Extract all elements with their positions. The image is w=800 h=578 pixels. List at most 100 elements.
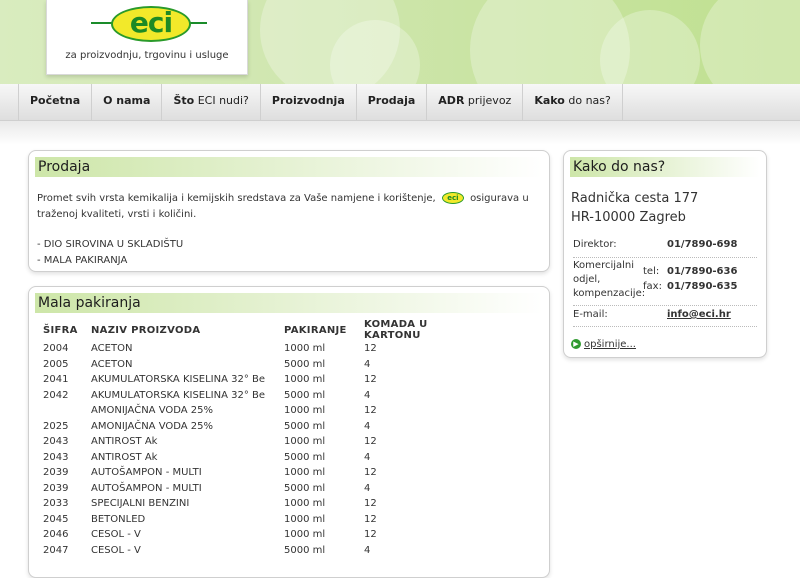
more-link-wrap: ▶ opširnije... [571, 339, 636, 350]
kako-do-nas-title: Kako do nas? [570, 157, 760, 177]
cell-pakiranje: 1000 ml [284, 436, 326, 448]
table-row: 2033 SPECIJALNI BENZINI 1000 ml 12 [43, 496, 484, 512]
cell-komada: 12 [364, 498, 377, 510]
cell-pakiranje: 5000 ml [284, 482, 326, 494]
cell-naziv: AMONIJAČNA VODA 25% [91, 405, 213, 417]
table-row: AMONIJAČNA VODA 25% 1000 ml 12 [43, 403, 484, 419]
director-row: Direktor: 01/7890-698 [573, 237, 757, 258]
cell-sifra: 2043 [43, 436, 69, 448]
cell-pakiranje: 5000 ml [284, 420, 326, 432]
table-row: 2045 BETONLED 1000 ml 12 [43, 512, 484, 528]
cell-komada: 4 [364, 482, 371, 494]
director-phone: 01/7890-698 [667, 239, 738, 250]
cell-komada: 12 [364, 513, 377, 525]
cell-pakiranje: 1000 ml [284, 343, 326, 355]
cell-komada: 4 [364, 389, 371, 401]
table-row: 2005 ACETON 5000 ml 4 [43, 357, 484, 373]
nav-item-prodaja[interactable]: Prodaja [357, 84, 428, 120]
cell-sifra: 2041 [43, 374, 69, 386]
cell-komada: 12 [364, 374, 377, 386]
cell-sifra: 2043 [43, 451, 69, 463]
prodaja-title: Prodaja [35, 157, 543, 177]
cell-pakiranje: 5000 ml [284, 544, 326, 556]
nav-item-proizvodnja[interactable]: Proizvodnja [261, 84, 357, 120]
col-header-naziv: NAZIV PROIZVODA [91, 324, 201, 336]
cell-sifra: 2033 [43, 498, 69, 510]
products-table: ŠIFRA NAZIV PROIZVODA PAKIRANJE KOMADA U… [43, 319, 484, 558]
table-row: 2004 ACETON 1000 ml 12 [43, 341, 484, 357]
cell-naziv: BETONLED [91, 513, 146, 525]
cell-pakiranje: 5000 ml [284, 358, 326, 370]
table-row: 2046 CESOL - V 1000 ml 12 [43, 527, 484, 543]
main-nav: Početna O nama Što ECI nudi? Proizvodnja… [0, 84, 800, 121]
cell-komada: 12 [364, 405, 377, 417]
eci-inline-logo-icon: eci [441, 192, 464, 204]
cell-naziv: ANTIROST Ak [91, 436, 158, 448]
nav-item-o-nama[interactable]: O nama [92, 84, 163, 120]
nav-shadow-band [0, 121, 800, 145]
nav-item-sto-eci-nudi[interactable]: Što ECI nudi? [162, 84, 261, 120]
logo-tagline: za proizvodnju, trgovinu i usluge [65, 50, 229, 61]
cell-pakiranje: 5000 ml [284, 451, 326, 463]
cell-komada: 4 [364, 358, 371, 370]
logo-mark: eci [111, 6, 191, 42]
table-row: 2042 AKUMULATORSKA KISELINA 32° Be 5000 ml… [43, 388, 484, 404]
table-row: 2043 ANTIROST Ak 5000 ml 4 [43, 450, 484, 466]
cell-naziv: AKUMULATORSKA KISELINA 32° Be [91, 389, 266, 401]
cell-sifra [43, 403, 91, 419]
cell-komada: 12 [364, 467, 377, 479]
cell-naziv: ACETON [91, 358, 133, 370]
table-row: 2043 ANTIROST Ak 1000 ml 12 [43, 434, 484, 450]
mala-pakiranja-panel: Mala pakiranja ŠIFRA NAZIV PROIZVODA PAK… [28, 286, 550, 578]
cell-naziv: CESOL - V [91, 544, 141, 556]
table-row: 2039 AUTOŠAMPON - MULTI 5000 ml 4 [43, 481, 484, 497]
cell-naziv: AKUMULATORSKA KISELINA 32° Be [91, 374, 266, 386]
cell-sifra: 2004 [43, 343, 69, 355]
cell-naziv: CESOL - V [91, 529, 141, 541]
cell-pakiranje: 1000 ml [284, 529, 326, 541]
address: Radnička cesta 177 HR-10000 Zagreb [571, 191, 699, 225]
mala-pakiranja-title: Mala pakiranja [35, 293, 543, 313]
email-row: E-mail: info@eci.hr [573, 308, 757, 327]
tel-phone: 01/7890-636 [667, 266, 738, 277]
cell-sifra: 2025 [43, 420, 69, 432]
more-link[interactable]: opširnije... [584, 339, 636, 350]
cell-naziv: SPECIJALNI BENZINI [91, 498, 190, 510]
nav-item-adr-prijevoz[interactable]: ADR prijevoz [427, 84, 524, 120]
cell-naziv: ANTIROST Ak [91, 451, 158, 463]
nav-item-kako-do-nas[interactable]: Kako do nas? [523, 84, 623, 120]
header: eci za proizvodnju, trgovinu i usluge [0, 0, 800, 84]
cell-naziv: ACETON [91, 343, 133, 355]
col-header-sifra: ŠIFRA [43, 324, 78, 336]
table-row: 2047 CESOL - V 5000 ml 4 [43, 543, 484, 559]
prodaja-list-item: - DIO SIROVINA U SKLADIŠTU [37, 239, 184, 250]
komercijalni-row: Komercijalni odjel, kompenzacije: tel: 0… [573, 259, 757, 306]
cell-komada: 12 [364, 436, 377, 448]
prodaja-panel: Prodaja Promet svih vrsta kemikalija i k… [28, 150, 550, 272]
kako-do-nas-panel: Kako do nas? Radnička cesta 177 HR-10000… [563, 150, 767, 358]
arrow-right-icon: ▶ [571, 339, 581, 349]
cell-komada: 12 [364, 343, 377, 355]
fax-phone: 01/7890-635 [667, 281, 738, 292]
prodaja-list-item: - MALA PAKIRANJA [37, 255, 128, 266]
table-row: 2025 AMONIJAČNA VODA 25% 5000 ml 4 [43, 419, 484, 435]
cell-sifra: 2005 [43, 358, 69, 370]
cell-sifra: 2039 [43, 467, 69, 479]
cell-naziv: AUTOŠAMPON - MULTI [91, 482, 202, 494]
cell-komada: 4 [364, 544, 371, 556]
cell-komada: 4 [364, 451, 371, 463]
cell-pakiranje: 1000 ml [284, 374, 326, 386]
cell-sifra: 2046 [43, 529, 69, 541]
email-link[interactable]: info@eci.hr [667, 309, 731, 320]
cell-naziv: AUTOŠAMPON - MULTI [91, 467, 202, 479]
table-header-row: ŠIFRA NAZIV PROIZVODA PAKIRANJE KOMADA U… [43, 319, 484, 341]
col-header-pakiranje: PAKIRANJE [284, 324, 347, 336]
cell-pakiranje: 1000 ml [284, 513, 326, 525]
logo[interactable]: eci za proizvodnju, trgovinu i usluge [46, 0, 248, 75]
cell-komada: 4 [364, 420, 371, 432]
cell-sifra: 2039 [43, 482, 69, 494]
nav-item-pocetna[interactable]: Početna [18, 84, 93, 120]
cell-sifra: 2047 [43, 544, 69, 556]
cell-sifra: 2045 [43, 513, 69, 525]
cell-pakiranje: 1000 ml [284, 498, 326, 510]
